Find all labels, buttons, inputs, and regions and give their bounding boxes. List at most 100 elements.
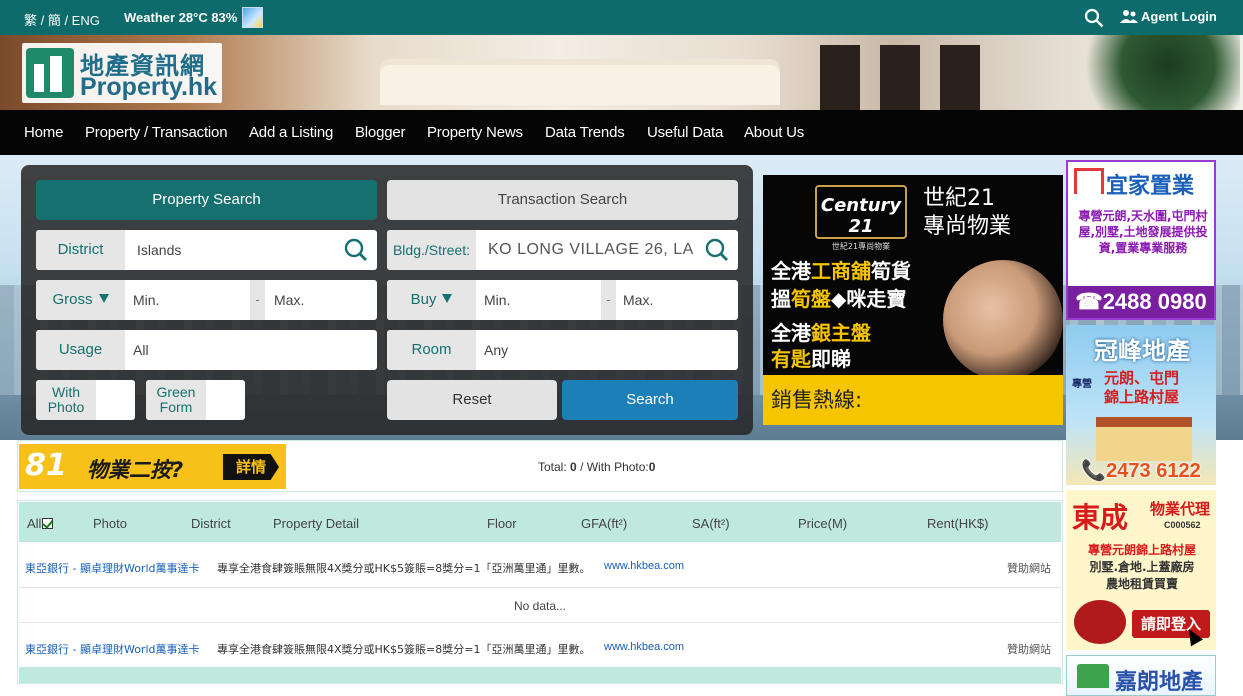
agent-login-link[interactable]: Agent Login xyxy=(1120,9,1217,24)
room-select[interactable]: Any xyxy=(484,330,508,370)
buy-min-input[interactable]: Min. xyxy=(484,280,584,320)
column-header-rent[interactable]: Rent(HK$) xyxy=(927,516,988,531)
century21-person-image xyxy=(943,260,1063,380)
banner-chair-image xyxy=(880,45,920,110)
banner-plant-image xyxy=(1060,35,1240,110)
usage-select[interactable]: All xyxy=(133,330,149,370)
column-header-sa[interactable]: SA(ft²) xyxy=(692,516,730,531)
column-header-floor[interactable]: Floor xyxy=(487,516,517,531)
buy-range-field: Buy Min. - Max. xyxy=(387,280,738,320)
sponsored-ad-description: 專享全港食肆簽賬無限4X獎分或HK$5簽賬=8獎分=1「亞洲萬里通」里數。 xyxy=(217,562,591,575)
ad-licence-code: C000562 xyxy=(1164,520,1201,530)
century21-brand-line: 專尚物業 xyxy=(923,214,1012,239)
sponsored-ad-description: 專享全港食肆簽賬無限4X獎分或HK$5簽賬=8獎分=1「亞洲萬里通」里數。 xyxy=(217,643,591,656)
nav-item-property-transaction[interactable]: Property / Transaction xyxy=(85,124,228,141)
gross-dropdown[interactable]: Gross xyxy=(36,280,125,320)
green-form-checkbox[interactable]: Green Form xyxy=(146,380,245,420)
usage-label: Usage xyxy=(36,330,125,370)
with-photo-checkbox[interactable]: With Photo xyxy=(36,380,135,420)
search-panel: Property Search Transaction Search Distr… xyxy=(21,165,753,435)
promo-text: 物業二按? xyxy=(87,458,184,482)
ad-text: 專營元朗,天水圍,屯門村屋,別墅,土地發展提供投資,置業專業服務 xyxy=(1078,209,1208,255)
nav-item-property-news[interactable]: Property News xyxy=(427,124,523,141)
street-field[interactable]: Bldg./Street: KO LONG VILLAGE 26, LA xyxy=(387,230,738,270)
sponsored-ad-link[interactable]: 東亞銀行 - 顯卓理財World萬事達卡 xyxy=(25,560,200,576)
site-logo[interactable]: 地產資訊網 Property.hk xyxy=(22,43,222,103)
users-icon xyxy=(1120,10,1138,23)
sponsored-ad-url[interactable]: www.hkbea.com xyxy=(604,560,684,572)
century21-brand: 世紀21 專尚物業 xyxy=(923,185,1011,241)
century21-logo-subtext: 世紀21專尚物業 xyxy=(831,242,891,251)
tab-property-search[interactable]: Property Search xyxy=(36,180,377,220)
ad-text: 專營元朗錦上路村屋 別墅.倉地.上蓋廠房 農地租賃買賣 xyxy=(1070,542,1214,593)
gross-min-input[interactable]: Min. xyxy=(133,280,233,320)
district-field[interactable]: District Islands xyxy=(36,230,377,270)
district-input[interactable]: Islands xyxy=(137,230,181,270)
c21-ad-line: 搵筍盤◆咪走寶 xyxy=(771,283,906,312)
mortgage-promo-banner[interactable]: 81 物業二按? 詳情 xyxy=(19,444,286,489)
with-photo-count-label: / With Photo: xyxy=(580,460,649,474)
results-count: Total: 0 / With Photo:0 xyxy=(538,460,655,474)
column-header-district[interactable]: District xyxy=(191,516,231,531)
nav-item-about-us[interactable]: About Us xyxy=(744,124,804,141)
sponsored-label: 贊助網站 xyxy=(1007,562,1051,575)
street-search-icon[interactable] xyxy=(705,238,729,262)
c21-highlight: 筍盤 xyxy=(791,287,831,311)
c21-ad-line: 全港銀主盤 xyxy=(771,317,871,346)
nav-item-useful-data[interactable]: Useful Data xyxy=(647,124,723,141)
nav-item-home[interactable]: Home xyxy=(24,124,63,141)
ad-jialang-property[interactable]: 嘉朗地產 xyxy=(1066,655,1216,696)
green-form-label: Green Form xyxy=(146,380,206,420)
select-all-checkbox[interactable]: All xyxy=(27,516,54,531)
promo-logo: 81 xyxy=(25,448,67,483)
usage-field[interactable]: Usage All xyxy=(36,330,377,370)
column-header-photo[interactable]: Photo xyxy=(93,516,127,531)
c21-ad-line: 全港工商舖筍貨 xyxy=(771,255,911,284)
century21-hotline: 銷售熱線: xyxy=(763,375,1063,425)
nav-item-blogger[interactable]: Blogger xyxy=(355,124,406,141)
ad-yijia-property[interactable]: 宜家置業 專營元朗,天水圍,屯門村屋,別墅,土地發展提供投資,置業專業服務 ☎2… xyxy=(1066,160,1216,320)
ad-title: 宜家置業 xyxy=(1106,174,1195,199)
tab-transaction-search[interactable]: Transaction Search xyxy=(387,180,738,220)
sponsored-label: 贊助網站 xyxy=(1007,643,1051,656)
buy-max-input[interactable]: Max. xyxy=(623,280,723,320)
banner-chair-image xyxy=(940,45,980,110)
sponsored-ad-link[interactable]: 東亞銀行 - 顯卓理財World萬事達卡 xyxy=(25,641,200,657)
reset-button[interactable]: Reset xyxy=(387,380,557,420)
table-footer xyxy=(19,667,1061,683)
ad-guanfeng-property[interactable]: 冠峰地產 專營 元朗、屯門 錦上路村屋 📞2473 6122 xyxy=(1066,325,1216,485)
street-label: Bldg./Street: xyxy=(387,230,476,270)
buy-label: Buy xyxy=(410,291,437,308)
search-icon[interactable] xyxy=(1084,8,1104,28)
sponsored-ad-url[interactable]: www.hkbea.com xyxy=(604,641,684,653)
column-header-gfa[interactable]: GFA(ft²) xyxy=(581,516,627,531)
room-field[interactable]: Room Any xyxy=(387,330,738,370)
logo-mark-icon xyxy=(26,48,74,98)
gross-max-input[interactable]: Max. xyxy=(274,280,374,320)
column-header-price[interactable]: Price(M) xyxy=(798,516,847,531)
sponsored-ad-row: 東亞銀行 - 顯卓理財World萬事達卡 專享全港食肆簽賬無限4X獎分或HK$5… xyxy=(19,627,1061,667)
ad-phone: ☎2488 0980 xyxy=(1068,286,1214,318)
column-header-property-detail[interactable]: Property Detail xyxy=(273,516,359,531)
buy-dropdown[interactable]: Buy xyxy=(387,280,476,320)
c21-text: ◆咪走寶 xyxy=(831,287,907,311)
banner-chair-image xyxy=(820,45,860,110)
century21-ad[interactable]: Century 21 世紀21專尚物業 世紀21 專尚物業 全港工商舖筍貨 搵筍… xyxy=(763,175,1063,425)
table-header: All Photo District Property Detail Floor… xyxy=(19,502,1061,542)
total-value: 0 xyxy=(570,460,577,474)
c21-ad-line: 有匙即睇 xyxy=(771,343,851,372)
c21-text: 全港 xyxy=(771,321,811,345)
search-button[interactable]: Search xyxy=(562,380,738,420)
promo-detail-button[interactable]: 詳情 xyxy=(223,454,279,480)
weather-info: Weather 28°C 83% xyxy=(124,10,238,25)
district-search-icon[interactable] xyxy=(344,238,368,262)
ad-title: 東成 xyxy=(1072,501,1129,534)
range-dash: - xyxy=(250,280,265,320)
c21-highlight: 銀主盤 xyxy=(811,321,871,345)
nav-item-add-listing[interactable]: Add a Listing xyxy=(249,124,333,141)
nav-item-data-trends[interactable]: Data Trends xyxy=(545,124,625,141)
ad-line: 別墅.倉地.上蓋廠房 xyxy=(1089,560,1195,574)
street-input[interactable]: KO LONG VILLAGE 26, LA xyxy=(488,230,694,270)
language-switcher[interactable]: 繁 / 簡 / ENG xyxy=(24,10,100,29)
banner-sofa-image xyxy=(380,65,780,105)
